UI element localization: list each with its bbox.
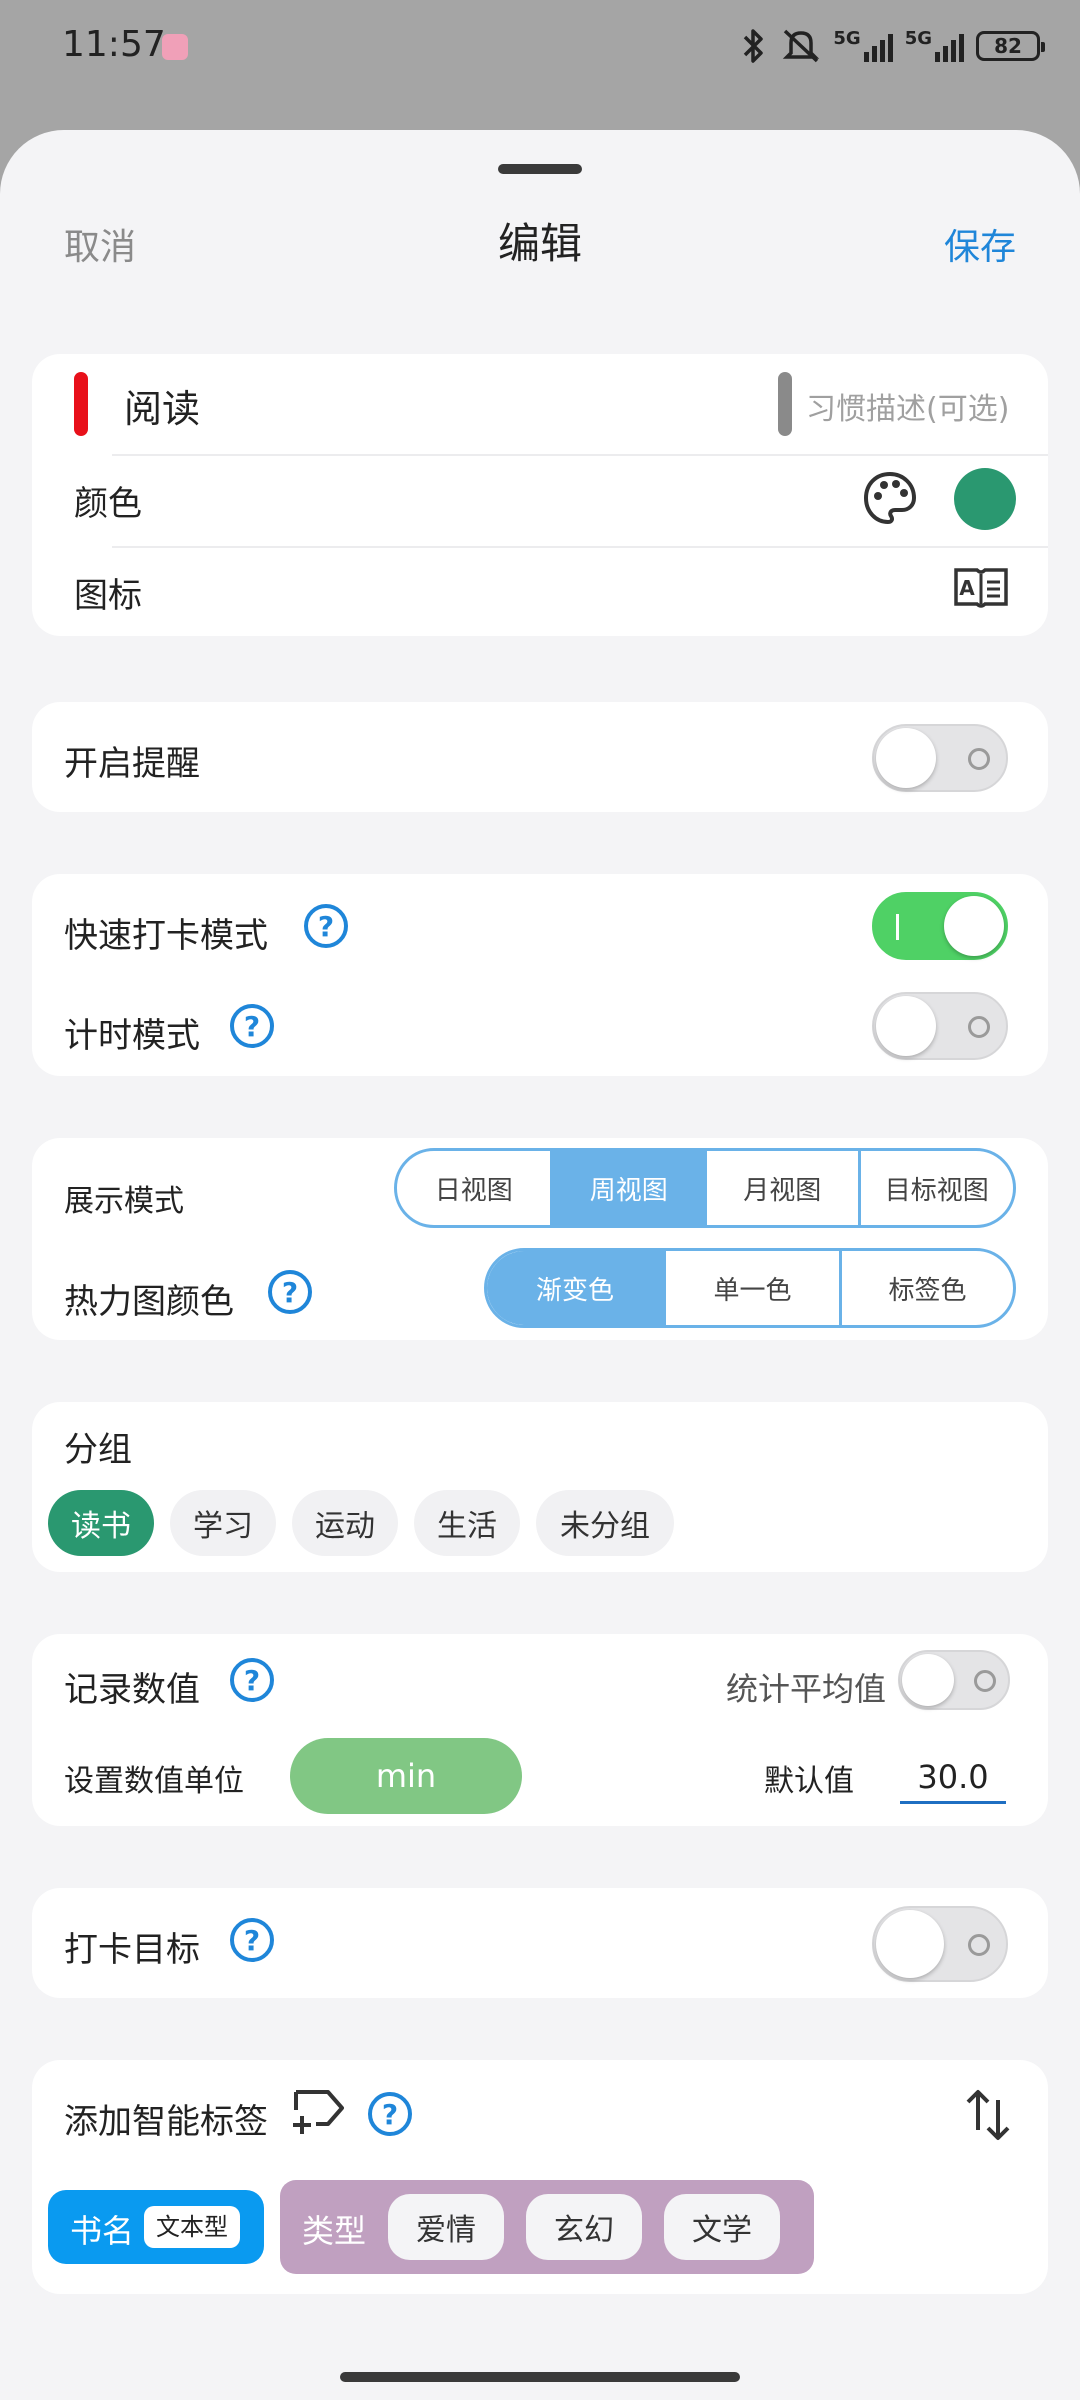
bluetooth-icon [744,29,764,63]
habit-name-input[interactable]: 阅读 [124,378,200,433]
smart-tag-genre[interactable]: 类型 爱情 玄幻 文学 [280,2180,814,2274]
genre-option-romance[interactable]: 爱情 [388,2194,504,2260]
average-toggle[interactable] [898,1650,1010,1710]
smart-tags-card: 添加智能标签 ? 书名 文本型 类型 爱情 玄幻 文学 [32,2060,1048,2294]
smart-tag-bookname-label: 书名 [70,2212,135,2250]
group-label: 分组 [64,1430,132,1470]
save-button[interactable]: 保存 [944,218,1016,270]
unit-input[interactable]: min [290,1738,522,1814]
display-option-month[interactable]: 月视图 [704,1151,858,1225]
toggle-off-indicator [968,1934,990,1956]
display-mode-label: 展示模式 [64,1184,184,1219]
reminder-card: 开启提醒 [32,702,1048,812]
toggle-off-indicator [968,748,990,770]
habit-accent-bar [74,372,88,436]
heatmap-color-selector: 渐变色 单一色 标签色 [484,1248,1016,1328]
status-icons: 5G 5G 82 [739,26,1045,66]
status-time: 11:57 [62,24,166,65]
group-chip-reading[interactable]: 读书 [48,1490,154,1556]
reminder-toggle[interactable] [872,724,1008,792]
signal-label-2: 5G [904,28,932,49]
goal-card: 打卡目标 ? [32,1888,1048,1998]
record-value-help-icon[interactable]: ? [230,1658,274,1702]
toggle-off-indicator [968,1016,990,1038]
genre-option-literature[interactable]: 文学 [664,2194,780,2260]
average-label: 统计平均值 [726,1670,887,1708]
record-value-label: 记录数值 [64,1670,200,1710]
group-chip-study[interactable]: 学习 [170,1490,276,1556]
genre-option-fantasy[interactable]: 玄幻 [526,2194,642,2260]
heatmap-option-single[interactable]: 单一色 [663,1251,839,1325]
toggle-knob [876,728,936,788]
divider [112,546,1048,548]
group-card: 分组 读书 学习 运动 生活 未分组 [32,1402,1048,1572]
quick-checkin-toggle[interactable] [872,892,1008,960]
record-value-card: 记录数值 ? 统计平均值 设置数值单位 min 默认值 30.0 [32,1634,1048,1826]
display-option-goal[interactable]: 目标视图 [857,1151,1013,1225]
display-option-week[interactable]: 周视图 [550,1151,704,1225]
toggle-knob [876,1910,944,1978]
toggle-knob [944,896,1004,956]
signal-label-1: 5G [833,28,861,49]
goal-help-icon[interactable]: ? [230,1918,274,1962]
default-value-input[interactable]: 30.0 [900,1758,1006,1804]
toggle-knob [902,1654,954,1706]
svg-text:A: A [959,576,975,600]
quick-checkin-help-icon[interactable]: ? [304,904,348,948]
group-chip-life[interactable]: 生活 [414,1490,520,1556]
add-tag-icon[interactable] [290,2086,348,2136]
goal-toggle[interactable] [872,1906,1008,1982]
heatmap-option-gradient[interactable]: 渐变色 [487,1251,663,1325]
group-chip-ungrouped[interactable]: 未分组 [536,1490,674,1556]
toggle-knob [876,996,936,1056]
group-chip-sport[interactable]: 运动 [292,1490,398,1556]
display-mode-selector: 日视图 周视图 月视图 目标视图 [394,1148,1016,1228]
signal-icon-2: 5G [905,30,964,62]
default-value-label: 默认值 [764,1764,854,1799]
display-card: 展示模式 日视图 周视图 月视图 目标视图 热力图颜色 ? 渐变色 单一色 标签… [32,1138,1048,1340]
book-a-icon[interactable]: A [952,562,1010,612]
heatmap-color-label: 热力图颜色 [64,1282,234,1322]
reminder-label: 开启提醒 [64,744,200,784]
smart-tag-genre-label: 类型 [302,2212,367,2250]
smart-tags-help-icon[interactable]: ? [368,2092,412,2136]
heatmap-color-help-icon[interactable]: ? [268,1270,312,1314]
icon-label: 图标 [74,576,142,616]
smart-tags-label: 添加智能标签 [64,2102,268,2142]
edit-sheet: 取消 编辑 保存 阅读 习惯描述(可选) 颜色 图标 A 开启提醒 快速打卡模式… [0,130,1080,2400]
timer-mode-help-icon[interactable]: ? [230,1004,274,1048]
toggle-on-indicator [896,914,899,940]
toggle-off-indicator [974,1670,996,1692]
quick-checkin-label: 快速打卡模式 [64,916,268,956]
unit-label: 设置数值单位 [64,1764,244,1799]
timer-mode-label: 计时模式 [64,1016,200,1056]
home-indicator[interactable] [340,2372,740,2382]
status-bar: 11:57 5G 5G 82 [0,0,1080,100]
habit-basic-card: 阅读 习惯描述(可选) 颜色 图标 A [32,354,1048,636]
page-title: 编辑 [497,219,582,268]
color-swatch[interactable] [954,468,1016,530]
display-option-day[interactable]: 日视图 [397,1151,550,1225]
signal-icon-1: 5G [833,28,893,62]
timer-mode-toggle[interactable] [872,992,1008,1060]
battery-icon: 82 [976,31,1045,61]
text-cursor [778,372,792,436]
smart-tag-bookname[interactable]: 书名 文本型 [48,2190,264,2264]
sheet-grab-handle[interactable] [498,164,582,174]
modes-card: 快速打卡模式 ? 计时模式 ? [32,874,1048,1076]
goal-label: 打卡目标 [64,1930,200,1970]
color-label: 颜色 [74,484,142,524]
palette-icon[interactable] [862,470,918,526]
battery-level: 82 [994,34,1022,58]
divider [112,454,1048,456]
smart-tag-type-badge: 文本型 [144,2206,240,2248]
habit-description-input[interactable]: 习惯描述(可选) [806,384,1009,428]
sort-icon[interactable] [964,2086,1012,2144]
notification-app-icon [162,34,188,60]
mute-icon [783,29,820,63]
heatmap-option-tag[interactable]: 标签色 [839,1251,1013,1325]
